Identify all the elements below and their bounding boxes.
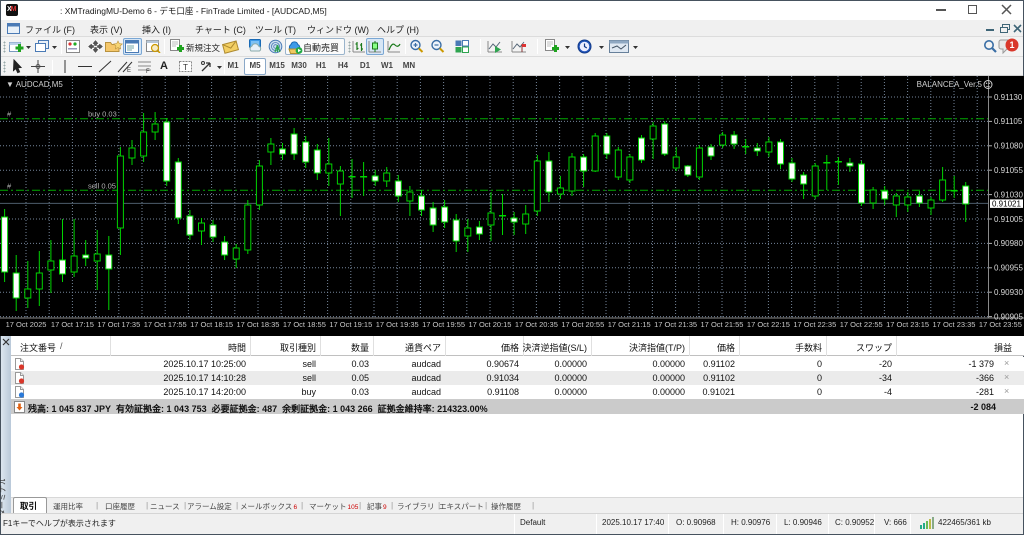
svg-text:17 Oct 21:15: 17 Oct 21:15 <box>608 320 651 329</box>
svg-text:0.90930: 0.90930 <box>994 288 1023 297</box>
svg-text:17 Oct 18:55: 17 Oct 18:55 <box>283 320 326 329</box>
svg-text:F: F <box>146 69 150 73</box>
svg-text:0.91055: 0.91055 <box>994 166 1023 175</box>
svg-text:17 Oct 22:35: 17 Oct 22:35 <box>793 320 836 329</box>
svg-text:0.91105: 0.91105 <box>994 117 1023 126</box>
svg-text:17 Oct 18:15: 17 Oct 18:15 <box>190 320 233 329</box>
svg-text:17 Oct 19:15: 17 Oct 19:15 <box>329 320 372 329</box>
svg-text:buy 0.03: buy 0.03 <box>88 110 117 119</box>
svg-text:17 Oct 17:15: 17 Oct 17:15 <box>51 320 94 329</box>
svg-text:#: # <box>7 182 12 191</box>
svg-text:E: E <box>127 68 131 73</box>
svg-text:17 Oct 22:55: 17 Oct 22:55 <box>840 320 883 329</box>
svg-text:17 Oct 2025: 17 Oct 2025 <box>6 320 47 329</box>
svg-text:0.91030: 0.91030 <box>994 190 1023 199</box>
svg-text:ターミナル: ターミナル <box>0 479 7 515</box>
svg-text:#: # <box>7 110 12 119</box>
svg-text:17 Oct 23:55: 17 Oct 23:55 <box>979 320 1022 329</box>
svg-text:17 Oct 23:35: 17 Oct 23:35 <box>933 320 976 329</box>
svg-text:sell 0.05: sell 0.05 <box>88 182 116 191</box>
svg-text:17 Oct 19:35: 17 Oct 19:35 <box>376 320 419 329</box>
svg-text:▼ AUDCAD,M5: ▼ AUDCAD,M5 <box>6 80 63 89</box>
svg-text:BALANCEA_Ver.5: BALANCEA_Ver.5 <box>917 80 983 89</box>
svg-text:17 Oct 19:55: 17 Oct 19:55 <box>422 320 465 329</box>
svg-text:T: T <box>183 63 188 72</box>
svg-text:17 Oct 20:35: 17 Oct 20:35 <box>515 320 558 329</box>
svg-text:17 Oct 18:35: 17 Oct 18:35 <box>237 320 280 329</box>
svg-text:17 Oct 17:35: 17 Oct 17:35 <box>97 320 140 329</box>
svg-text:17 Oct 20:15: 17 Oct 20:15 <box>469 320 512 329</box>
svg-text:0.91021: 0.91021 <box>992 200 1021 209</box>
svg-text:0.91080: 0.91080 <box>994 142 1023 151</box>
svg-text:17 Oct 17:55: 17 Oct 17:55 <box>144 320 187 329</box>
svg-text:17 Oct 21:35: 17 Oct 21:35 <box>654 320 697 329</box>
svg-text:0.90980: 0.90980 <box>994 239 1023 248</box>
svg-text:1: 1 <box>1009 40 1014 50</box>
svg-text:17 Oct 22:15: 17 Oct 22:15 <box>747 320 790 329</box>
svg-text:0.91005: 0.91005 <box>994 215 1023 224</box>
svg-text:17 Oct 20:55: 17 Oct 20:55 <box>561 320 604 329</box>
svg-text:17 Oct 21:55: 17 Oct 21:55 <box>701 320 744 329</box>
svg-text:17 Oct 23:15: 17 Oct 23:15 <box>886 320 929 329</box>
svg-text:0.91130: 0.91130 <box>994 93 1023 102</box>
svg-text:0.90955: 0.90955 <box>994 264 1023 273</box>
